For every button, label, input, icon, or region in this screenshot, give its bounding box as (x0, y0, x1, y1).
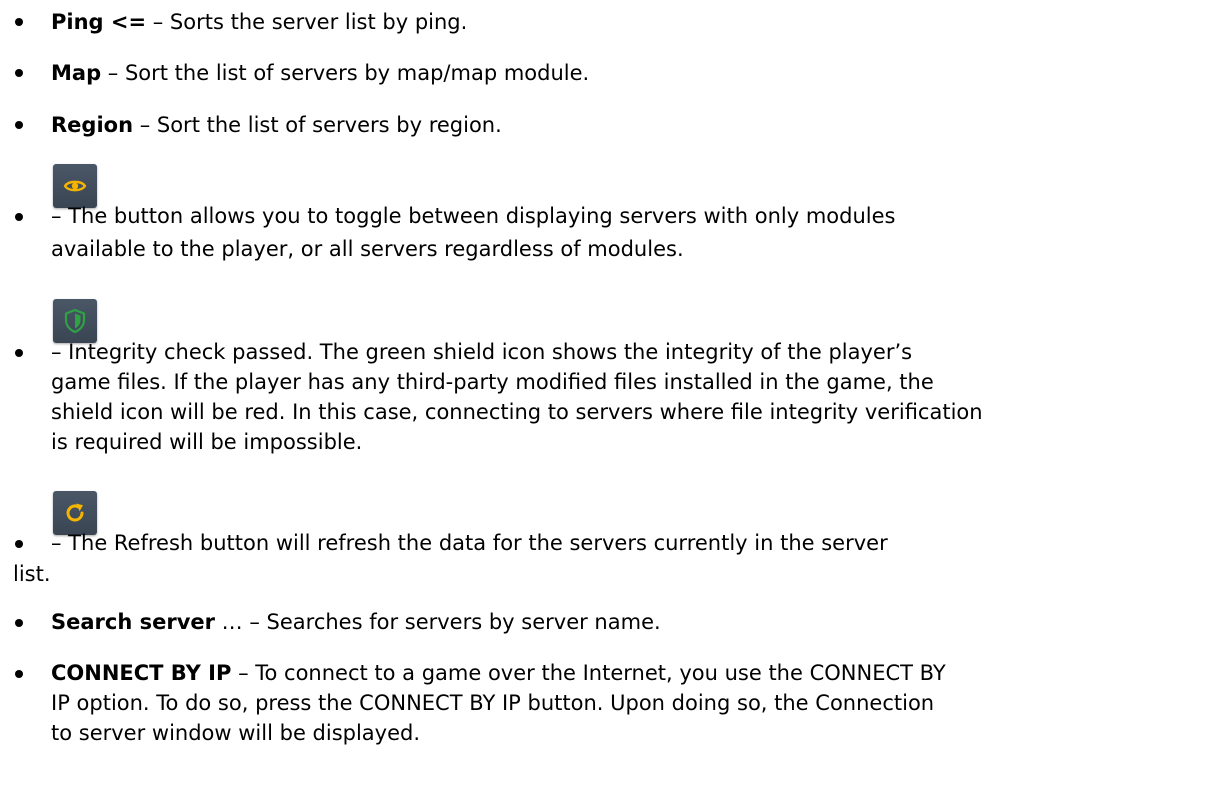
bullet (15, 349, 23, 357)
desc-region: – Sort the list of servers by region. (133, 113, 502, 137)
term-connect-by-ip: CONNECT BY IP (51, 661, 232, 685)
bullet (15, 540, 23, 548)
list-item-text: Search server … – Searches for servers b… (51, 608, 661, 636)
list-item-text: Ping <= – Sorts the server list by ping. (51, 8, 467, 36)
list-item-text-cont: list. (13, 562, 51, 586)
bullet (15, 213, 23, 221)
term-ping: Ping <= (51, 10, 147, 34)
list-item-text-cont: game files. If the player has any third-… (51, 370, 934, 394)
list-item-text: – The button allows you to toggle betwee… (51, 204, 896, 228)
desc-map: – Sort the list of servers by map/map mo… (101, 61, 590, 85)
desc-ping: – Sorts the server list by ping. (146, 10, 468, 34)
desc-connect-by-ip: – To connect to a game over the Internet… (231, 661, 946, 685)
list-item-text-cont: IP option. To do so, press the CONNECT B… (51, 691, 935, 715)
refresh-icon (66, 503, 84, 522)
bullet (15, 670, 23, 678)
term-map: Map (51, 61, 102, 85)
desc-search-server: … – Searches for servers by server name. (215, 610, 661, 634)
bullet (15, 18, 23, 26)
eye-icon (63, 180, 87, 192)
bullet (15, 121, 23, 129)
bullet (15, 619, 23, 627)
list-item-text: Region – Sort the list of servers by reg… (51, 111, 502, 139)
term-region: Region (51, 113, 134, 137)
term-search-server: Search server (51, 610, 215, 634)
list-item-text-cont: available to the player, or all servers … (51, 237, 684, 261)
shield-icon (64, 308, 86, 334)
list-item-text: – Integrity check passed. The green shie… (51, 340, 913, 364)
bullet (15, 69, 23, 77)
integrity-status-button[interactable] (53, 299, 97, 343)
list-item-text-cont: is required will be impossible. (51, 430, 363, 454)
list-item-text-cont: to server window will be displayed. (51, 721, 421, 745)
list-item-text: CONNECT BY IP – To connect to a game ove… (51, 659, 946, 687)
list-item-text: Map – Sort the list of servers by map/ma… (51, 59, 589, 87)
list-item-text: – The Refresh button will refresh the da… (51, 531, 888, 555)
list-item-text-cont: shield icon will be red. In this case, c… (51, 400, 983, 424)
